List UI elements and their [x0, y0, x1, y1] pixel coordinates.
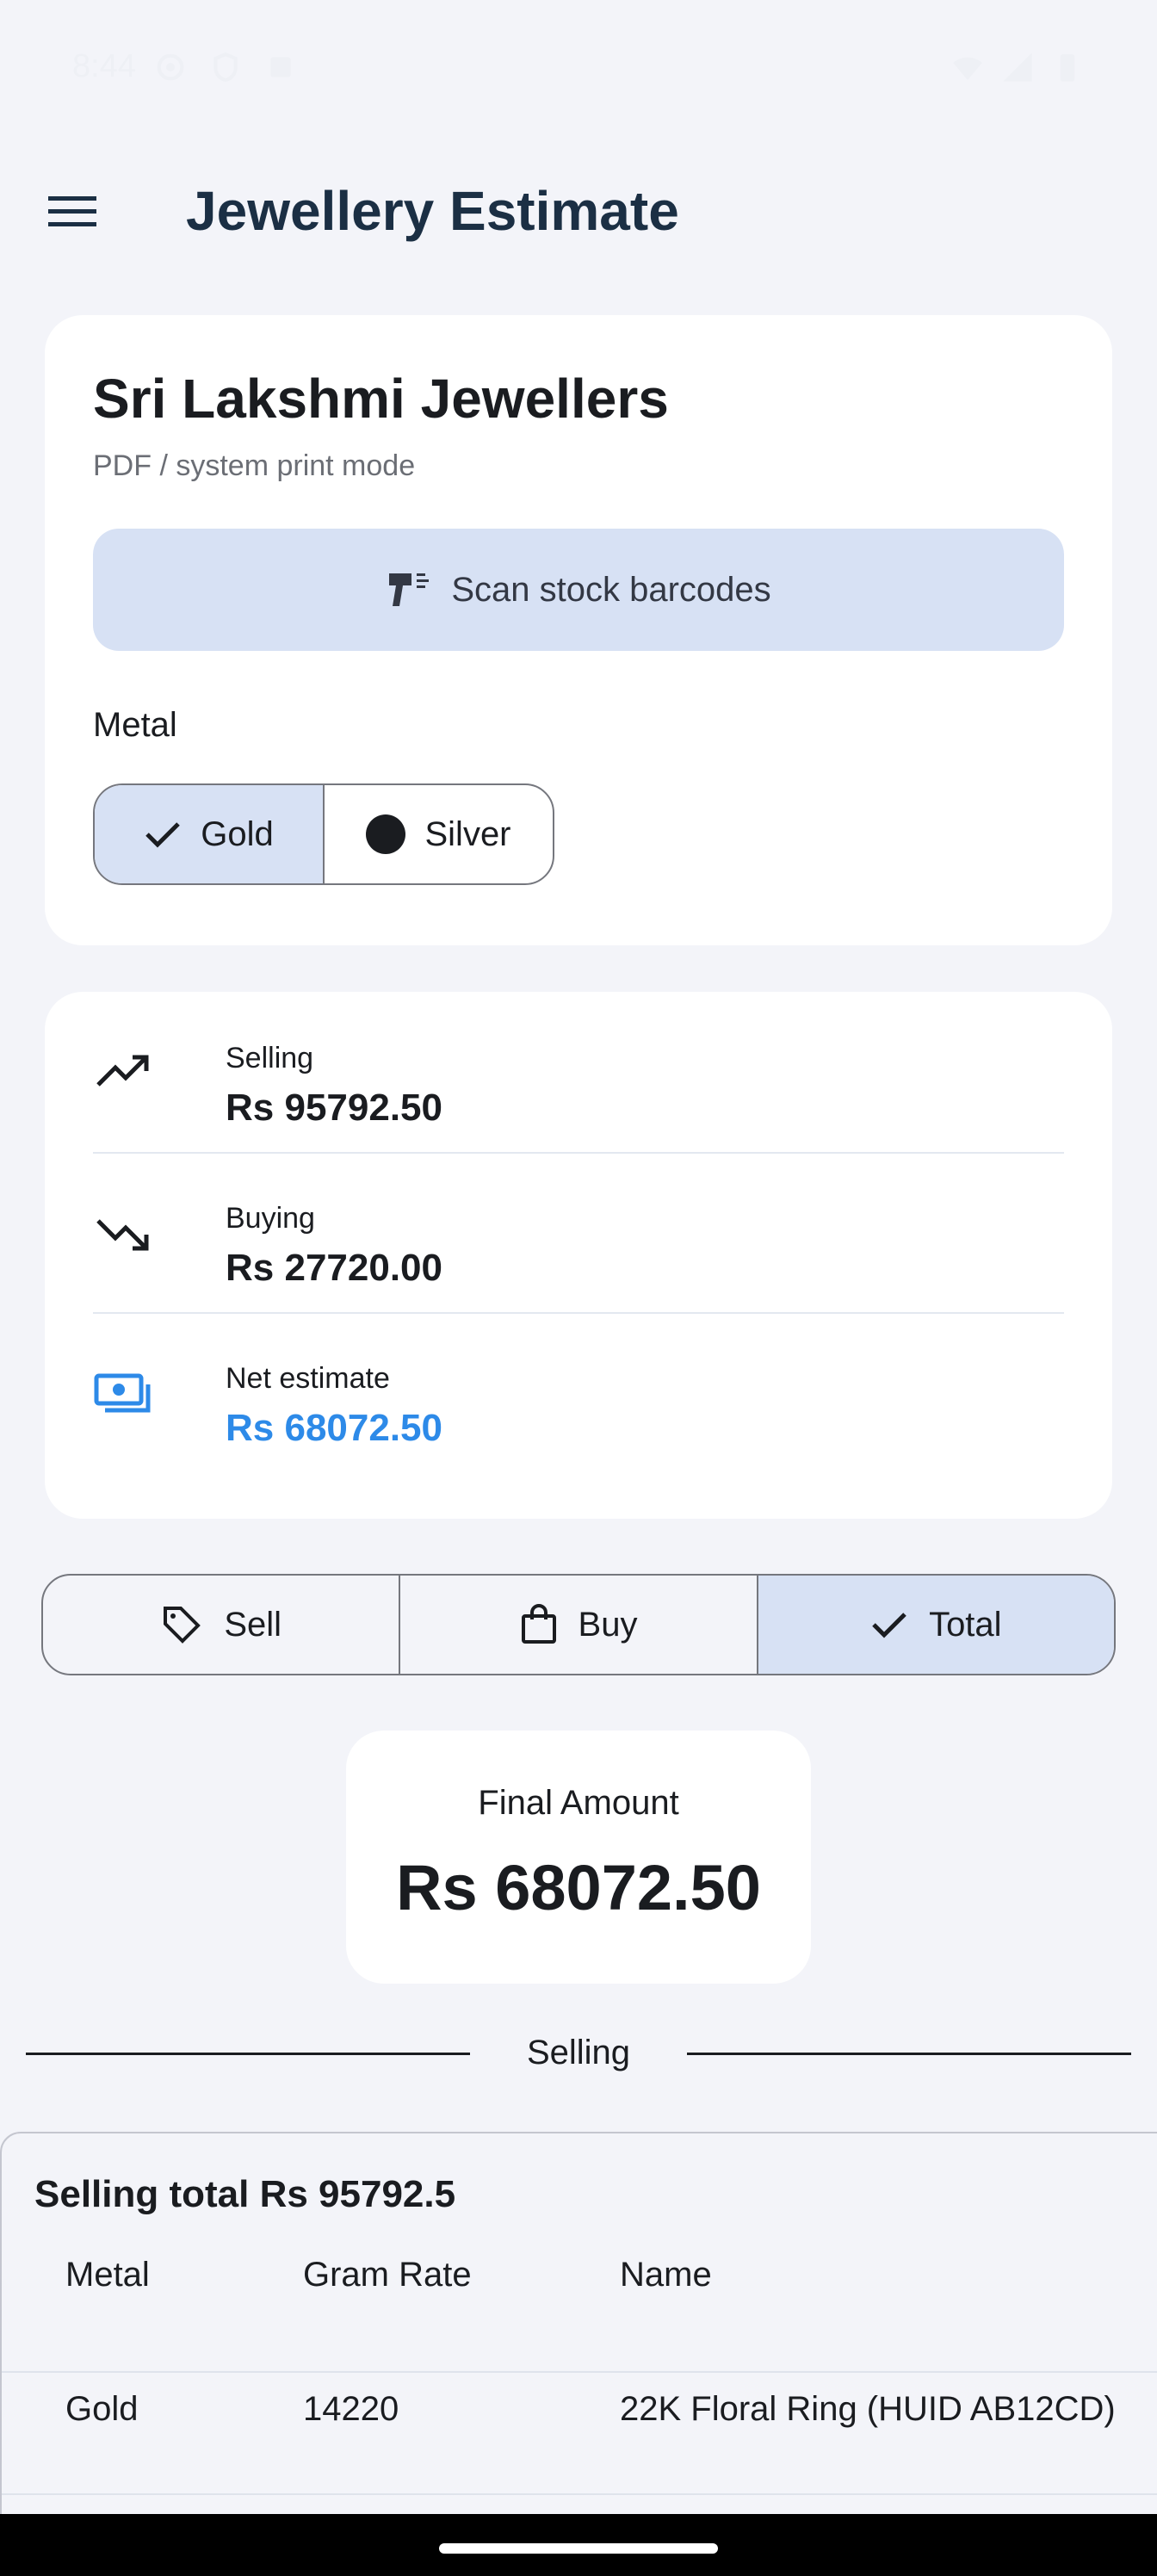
- settings-icon: [157, 53, 184, 81]
- radio-dot-icon: [366, 814, 406, 854]
- metal-option-label: Silver: [424, 814, 511, 853]
- money-icon: [94, 1373, 151, 1413]
- trending-down-icon: [96, 1219, 149, 1251]
- net-estimate-value: Rs 68072.50: [226, 1407, 442, 1449]
- barcode-scanner-icon: [389, 573, 430, 606]
- section-divider: Selling: [26, 2023, 1131, 2084]
- selling-label: Selling: [226, 1042, 314, 1074]
- metal-option-silver[interactable]: Silver: [323, 785, 553, 883]
- tag-icon: [164, 1607, 201, 1644]
- column-header-metal: Metal: [65, 2256, 150, 2294]
- tab-buy[interactable]: Buy: [399, 1576, 756, 1674]
- metal-segmented-control: Gold Silver: [93, 783, 554, 885]
- battery-icon: [1060, 54, 1075, 82]
- mode-segmented-control: Sell Buy Total: [41, 1574, 1116, 1675]
- buying-value: Rs 27720.00: [226, 1247, 442, 1289]
- summary-row-selling: Selling Rs 95792.50: [93, 992, 1064, 1152]
- app-notification-icon: [270, 57, 291, 77]
- app-bar: Jewellery Estimate: [0, 134, 1157, 281]
- summary-card: Selling Rs 95792.50 Buying Rs 27720.00 N…: [45, 992, 1112, 1519]
- shop-name: Sri Lakshmi Jewellers: [93, 368, 669, 430]
- signal-icon: [1003, 53, 1032, 82]
- table-cell-gram-rate: 14220: [303, 2390, 399, 2428]
- selling-total-title: Selling total Rs 95792.5: [34, 2173, 456, 2215]
- tab-sell[interactable]: Sell: [43, 1576, 399, 1674]
- tab-total[interactable]: Total: [756, 1576, 1114, 1674]
- hamburger-menu-icon: [48, 196, 96, 226]
- final-amount-card: Final Amount Rs 68072.50: [346, 1731, 811, 1984]
- home-gesture-handle[interactable]: [439, 2543, 718, 2554]
- divider-line: [687, 2053, 1131, 2055]
- selling-table: Selling total Rs 95792.5 Metal Gram Rate…: [0, 2132, 1157, 2576]
- check-icon: [872, 1613, 906, 1638]
- shop-card: Sri Lakshmi Jewellers PDF / system print…: [45, 315, 1112, 945]
- print-mode-text: PDF / system print mode: [93, 449, 416, 482]
- shield-icon: [213, 52, 238, 83]
- status-bar: 8:44: [0, 0, 1157, 134]
- trending-up-icon: [96, 1055, 149, 1087]
- net-estimate-label: Net estimate: [226, 1362, 390, 1395]
- scan-button-label: Scan stock barcodes: [451, 570, 771, 609]
- table-divider: [2, 2493, 1157, 2495]
- table-divider: [2, 2371, 1157, 2373]
- tab-label: Sell: [224, 1605, 282, 1644]
- wifi-icon: [953, 57, 982, 80]
- metal-option-label: Gold: [201, 814, 274, 853]
- final-amount-value: Rs 68072.50: [396, 1852, 761, 1923]
- table-cell-name: 22K Floral Ring (HUID AB12CD): [620, 2390, 1116, 2428]
- buying-label: Buying: [226, 1202, 315, 1235]
- column-header-name: Name: [620, 2256, 712, 2294]
- check-icon: [145, 822, 181, 848]
- menu-button[interactable]: [38, 177, 107, 246]
- column-header-gram-rate: Gram Rate: [303, 2256, 472, 2294]
- metal-label: Metal: [93, 706, 177, 744]
- scan-barcodes-button[interactable]: Scan stock barcodes: [93, 529, 1064, 651]
- status-time: 8:44: [72, 48, 136, 84]
- summary-row-net: Net estimate Rs 68072.50: [93, 1312, 1064, 1472]
- table-cell-metal: Gold: [65, 2390, 139, 2428]
- tab-label: Buy: [578, 1605, 638, 1644]
- system-navigation-bar: [0, 2514, 1157, 2576]
- metal-option-gold[interactable]: Gold: [95, 785, 323, 883]
- final-amount-label: Final Amount: [478, 1784, 679, 1822]
- selling-value: Rs 95792.50: [226, 1087, 442, 1129]
- shopping-bag-icon: [521, 1604, 556, 1644]
- app-title: Jewellery Estimate: [186, 180, 679, 242]
- summary-row-buying: Buying Rs 27720.00: [93, 1152, 1064, 1312]
- tab-label: Total: [929, 1605, 1002, 1644]
